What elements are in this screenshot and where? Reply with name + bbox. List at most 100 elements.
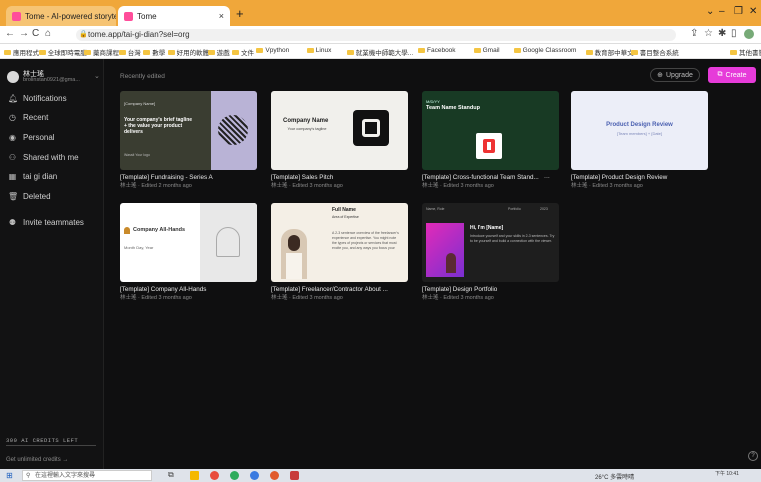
bookmark-item[interactable]: 就業機中師範大學... (346, 47, 413, 57)
search-icon: ⚲ (26, 473, 31, 479)
tome-card-sales-pitch[interactable]: Company Name Your company's tagline (271, 91, 408, 170)
upgrade-button[interactable]: ⊕ Upgrade (650, 68, 700, 82)
tab-search-icon[interactable]: ⌄ (706, 6, 714, 17)
home-icon[interactable]: ⌂ (45, 28, 51, 39)
card-meta: 林士瑤 · Edited 3 months ago (271, 295, 343, 301)
sidebar-item-personal[interactable]: ◉ Personal (8, 133, 98, 142)
bell-icon: 🔔︎ (8, 94, 19, 103)
minimize-icon[interactable]: – (719, 6, 725, 17)
folder-icon (143, 49, 151, 55)
card-title[interactable]: [Template] Freelancer/Contractor About .… (271, 286, 388, 293)
folder-icon (207, 49, 215, 55)
bookmark-item[interactable]: Google Classroom (513, 47, 576, 54)
chevron-down-icon[interactable]: ⌄ (94, 72, 100, 80)
bookmark-item[interactable]: 藥商課程 (84, 47, 119, 57)
sidebar-item-notifications[interactable]: 🔔︎ Notifications (8, 94, 98, 103)
get-credits-link[interactable]: Get unlimited credits → (6, 457, 68, 463)
bookmark-item[interactable]: Gmail (473, 47, 500, 54)
upgrade-icon: ⊕ (657, 72, 663, 79)
create-icon: ⧉ (717, 71, 723, 78)
app-icon[interactable] (290, 471, 299, 480)
tome-card-fundraising[interactable]: [Company Name] Your company's brief tagl… (120, 91, 257, 170)
bookmark-item[interactable]: 教育部中華文 (585, 47, 634, 57)
share-icon[interactable]: ⇪ (690, 28, 698, 39)
sidebar-item-deleted[interactable]: 🗑︎ Deleted (8, 192, 98, 201)
folder-icon (730, 49, 737, 55)
os-taskbar: ⊞ ⚲ 在這裡輸入文字來搜尋 ⧉ 26°C 多雲時晴 下午 10:41 (0, 469, 761, 482)
bookmark-item[interactable]: 全球即時電腦 (38, 47, 87, 57)
sidebar-item-recent[interactable]: ◷ Recent (8, 113, 98, 122)
card-title[interactable]: [Template] Fundraising - Series A (120, 174, 213, 181)
card-title[interactable]: [Template] Company All-Hands (120, 286, 206, 293)
other-bookmarks[interactable]: 其他書籤 (730, 47, 761, 57)
tome-card-standup[interactable]: M/D/YY Team Name Standup (422, 91, 559, 170)
card-meta: 林士瑤 · Edited 2 months ago (120, 183, 192, 189)
bookmark-item[interactable]: Facebook (418, 47, 456, 54)
user-email: brolinstan0921@gma... (23, 77, 80, 83)
chrome-icon[interactable] (210, 471, 219, 480)
windows-start-icon[interactable]: ⊞ (6, 471, 13, 480)
extensions-icon[interactable]: ✱ (718, 28, 726, 39)
folder-icon (232, 49, 239, 55)
card-title[interactable]: [Template] Product Design Review (571, 174, 667, 181)
bookmark-item[interactable]: 書目整合系統 (630, 47, 679, 57)
close-tab-icon[interactable]: × (219, 11, 224, 21)
back-icon[interactable]: ← (5, 28, 15, 39)
user-avatar[interactable] (7, 71, 19, 83)
card-title[interactable]: [Template] Cross-functional Team Stand..… (422, 174, 539, 181)
folder-icon (167, 49, 175, 55)
credits-bar (6, 445, 96, 446)
sidebar-item-workspace[interactable]: ▦ tai gi dian (8, 172, 98, 181)
app-icon[interactable] (270, 471, 279, 480)
bookmark-item[interactable]: 應用程式 (4, 47, 39, 57)
sidepanel-icon[interactable]: ▯ (731, 28, 737, 39)
folder-icon (118, 49, 126, 55)
bookmark-item[interactable]: Linux (306, 47, 331, 54)
card-more-icon[interactable]: ... (544, 173, 550, 180)
close-window-icon[interactable]: ✕ (749, 6, 757, 17)
weather-text[interactable]: 26°C 多雲時晴 (595, 472, 634, 481)
tome-card-design-review[interactable]: Product Design Review [Team members] + [… (571, 91, 708, 170)
browser-tab-strip: Tome - AI-powered storytelling × Tome × … (0, 0, 761, 26)
task-view-icon[interactable]: ⧉ (168, 470, 174, 480)
url-field[interactable]: 🔒 tome.app/tai-gi-dian?sel=org (76, 29, 676, 41)
clock-icon: ◷ (9, 113, 16, 122)
folder-icon (84, 49, 91, 55)
person-icon: ◉ (9, 133, 16, 142)
portrait-image (281, 229, 307, 279)
card-meta: 林士瑤 · Edited 3 months ago (422, 295, 494, 301)
new-tab-button[interactable]: + (236, 6, 244, 21)
star-icon[interactable]: ☆ (704, 28, 713, 39)
tome-card-portfolio[interactable]: Name, Role Portfolio 2023 Hi, I'm [Name]… (422, 203, 559, 282)
card-title[interactable]: [Template] Design Portfolio (422, 286, 497, 293)
card-title[interactable]: [Template] Sales Pitch (271, 174, 333, 181)
bookmarks-bar: 應用程式 全球即時電腦 藥商課程 台灣 數學 好用的軟體 遊戲 文件 Vpython Linux 就… (0, 44, 761, 59)
tome-card-freelancer[interactable]: Full Name Area of Expertise A 2-3 senten… (271, 203, 408, 282)
forward-icon[interactable]: → (19, 28, 29, 39)
sidebar-item-shared[interactable]: ⚇ Shared with me (8, 153, 98, 162)
address-bar-row: ← → C ⌂ 🔒 tome.app/tai-gi-dian?sel=org ⇪… (0, 26, 761, 44)
bookmark-item[interactable]: Vpython (256, 47, 289, 54)
reload-icon[interactable]: C (32, 28, 39, 39)
clock-text[interactable]: 下午 10:41 (715, 470, 739, 477)
profile-avatar-icon[interactable] (744, 29, 754, 39)
bookmark-item[interactable]: 文件 (232, 47, 254, 57)
bookmark-item[interactable]: 數學 (143, 47, 165, 57)
tab-label: Tome (137, 11, 157, 21)
maximize-icon[interactable]: ❐ (734, 6, 743, 17)
file-explorer-icon[interactable] (190, 471, 199, 480)
tome-favicon-icon (124, 11, 133, 21)
app-icon[interactable] (230, 471, 239, 480)
bookmark-item[interactable]: 台灣 (118, 47, 141, 57)
taskbar-search-field[interactable]: ⚲ 在這裡輸入文字來搜尋 (22, 470, 152, 481)
sidebar-item-invite[interactable]: ⚉ Invite teammates (8, 218, 98, 227)
help-icon[interactable]: ? (748, 451, 758, 461)
browser-tab[interactable]: Tome - AI-powered storytelling × (6, 6, 116, 26)
create-button[interactable]: ⧉ Create (708, 67, 756, 83)
bookmark-item[interactable]: 遊戲 (207, 47, 230, 57)
bookmark-item[interactable]: 好用的軟體 (167, 47, 209, 57)
card-meta: 林士瑤 · Edited 3 months ago (422, 183, 494, 189)
tome-card-all-hands[interactable]: Company All-Hands Month Day, Year (120, 203, 257, 282)
app-icon[interactable] (250, 471, 259, 480)
browser-tab-active[interactable]: Tome × (118, 6, 230, 26)
